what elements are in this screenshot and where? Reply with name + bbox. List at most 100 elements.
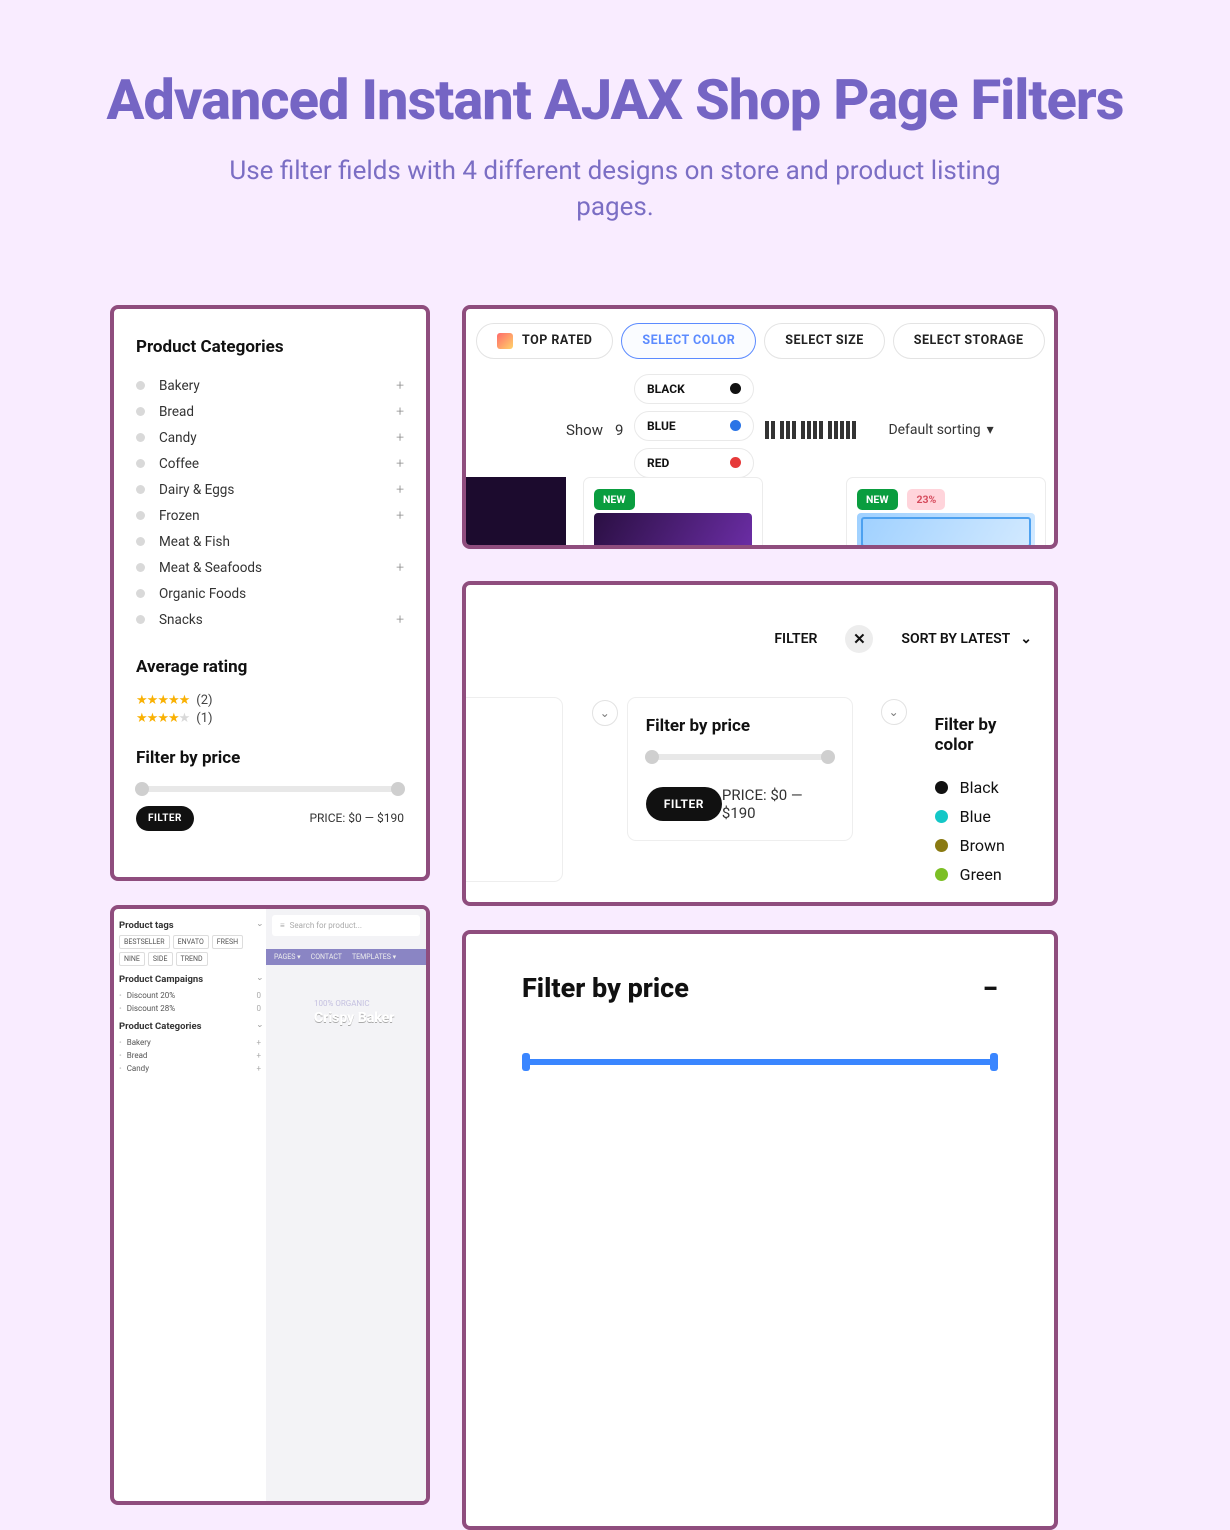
category-item[interactable]: Organic Foods xyxy=(136,581,404,607)
plus-icon[interactable]: + xyxy=(396,612,404,628)
section-title-categories: Product Categories xyxy=(136,337,404,357)
tag-chip[interactable]: BESTSELLER xyxy=(119,935,170,949)
tag-chip[interactable]: TREND xyxy=(176,952,208,966)
price-slider[interactable] xyxy=(646,754,834,760)
demo-sidebar-filters: Product Categories Bakery+Bread+Candy+Co… xyxy=(110,305,430,881)
tag-chip[interactable]: ENVATO xyxy=(173,935,209,949)
page-title: Advanced Instant AJAX Shop Page Filters xyxy=(42,70,1188,130)
accordion-title: Filter by price xyxy=(522,972,689,1004)
category-item[interactable]: Meat & Fish xyxy=(136,529,404,555)
color-option[interactable]: Black xyxy=(935,773,1036,802)
slider-handle-min[interactable] xyxy=(645,750,659,764)
plus-icon[interactable]: + xyxy=(396,482,404,498)
category-item[interactable]: Bakery+ xyxy=(136,373,404,399)
demo-price-accordion: Filter by price − xyxy=(462,930,1058,1530)
show-value[interactable]: 9 xyxy=(615,421,623,439)
sort-select[interactable]: Default sorting▾ xyxy=(888,422,993,438)
slider-handle-max[interactable] xyxy=(391,782,405,796)
price-slider[interactable] xyxy=(136,786,404,792)
swatch-icon xyxy=(935,868,948,881)
hero-banner: 100% ORGANIC Crispy Baker xyxy=(314,999,395,1026)
bullet-icon xyxy=(136,407,145,416)
swatch-icon xyxy=(935,839,948,852)
nav-item[interactable]: CONTACT xyxy=(311,953,342,961)
rating-filter[interactable]: ★★★★★(1) xyxy=(136,711,404,726)
swatch-icon xyxy=(935,810,948,823)
category-item[interactable]: Bread+ xyxy=(136,399,404,425)
close-icon[interactable]: ✕ xyxy=(845,625,873,653)
plus-icon[interactable]: + xyxy=(396,404,404,420)
panel-title: Filter by color xyxy=(935,715,1036,755)
plus-icon[interactable]: + xyxy=(396,430,404,446)
nav-item[interactable]: PAGES ▾ xyxy=(274,953,301,961)
product-card[interactable]: NEW xyxy=(583,477,763,549)
panel-title: Filter by price xyxy=(646,716,834,736)
bullet-icon xyxy=(136,511,145,520)
filter-button[interactable]: FILTER xyxy=(646,787,722,821)
plus-icon[interactable]: + xyxy=(396,456,404,472)
section-title-campaigns[interactable]: Product Campaigns› xyxy=(119,974,261,985)
category-item[interactable]: Candy+ xyxy=(136,425,404,451)
swatch-icon xyxy=(730,383,741,394)
pill-select-storage[interactable]: SELECT STORAGE xyxy=(893,323,1045,359)
category-item[interactable]: Frozen+ xyxy=(136,503,404,529)
slider-handle-max[interactable] xyxy=(821,750,835,764)
nav-item[interactable]: TEMPLATES ▾ xyxy=(352,953,396,961)
tag-chip[interactable]: SIDE xyxy=(148,952,173,966)
plus-icon[interactable]: + xyxy=(396,508,404,524)
category-item[interactable]: Candy+ xyxy=(119,1062,261,1075)
category-item[interactable]: Bread+ xyxy=(119,1049,261,1062)
color-option[interactable]: Blue xyxy=(935,802,1036,831)
plus-icon[interactable]: + xyxy=(396,560,404,576)
layout-toggles[interactable] xyxy=(765,421,856,439)
filter-by-price-panel: ⌄ Filter by price FILTER PRICE: $0 — $19… xyxy=(627,697,853,841)
rating-filter[interactable]: ★★★★★(2) xyxy=(136,693,404,708)
badge-new: NEW xyxy=(594,489,635,510)
page-subtitle: Use filter fields with 4 different desig… xyxy=(225,154,1005,224)
color-option[interactable]: RED xyxy=(634,448,754,478)
slider-handle-min[interactable] xyxy=(135,782,149,796)
filter-label[interactable]: FILTER xyxy=(774,631,817,647)
price-slider[interactable] xyxy=(522,1059,998,1065)
pill-select-color[interactable]: SELECT COLOR xyxy=(621,323,756,359)
product-thumb xyxy=(466,477,566,547)
tag-chip[interactable]: NINE xyxy=(119,952,145,966)
category-item[interactable]: Coffee+ xyxy=(136,451,404,477)
chevron-down-icon: ▾ xyxy=(987,422,994,438)
collapse-icon[interactable]: ⌄ xyxy=(881,699,907,725)
color-option[interactable]: BLACK xyxy=(634,374,754,404)
panel-placeholder xyxy=(462,697,563,882)
pill-top-rated[interactable]: TOP RATED xyxy=(476,323,613,359)
category-item[interactable]: Dairy & Eggs+ xyxy=(136,477,404,503)
bullet-icon xyxy=(136,381,145,390)
category-item[interactable]: Bakery+ xyxy=(119,1036,261,1049)
bullet-icon xyxy=(136,615,145,624)
minus-icon[interactable]: − xyxy=(983,972,998,1005)
tag-chip[interactable]: FRESH xyxy=(212,935,243,949)
sort-by-latest[interactable]: SORT BY LATEST ⌄ xyxy=(901,631,1032,647)
demo-filter-sort-panels: FILTER ✕ SORT BY LATEST ⌄ ⌄ Filter by pr… xyxy=(462,581,1058,906)
campaign-item[interactable]: Discount 28%0 xyxy=(119,1002,261,1015)
filter-button[interactable]: FILTER xyxy=(136,806,194,831)
search-input[interactable]: ≡ Search for product... xyxy=(272,915,420,936)
color-option[interactable]: Green xyxy=(935,860,1036,889)
pill-select-size[interactable]: SELECT SIZE xyxy=(764,323,885,359)
slider-handle-min[interactable] xyxy=(522,1053,530,1071)
section-title-categories[interactable]: Product Categories› xyxy=(119,1021,261,1032)
plus-icon[interactable]: + xyxy=(396,378,404,394)
swatch-icon xyxy=(935,781,948,794)
section-title-tags[interactable]: Product tags› xyxy=(119,920,261,931)
section-title-price: Filter by price xyxy=(136,748,404,768)
category-item[interactable]: Meat & Seafoods+ xyxy=(136,555,404,581)
trophy-icon xyxy=(497,333,513,349)
bullet-icon xyxy=(136,433,145,442)
campaign-item[interactable]: Discount 20%0 xyxy=(119,989,261,1002)
product-card[interactable]: NEW 23% xyxy=(846,477,1046,549)
collapse-icon[interactable]: ⌄ xyxy=(592,700,618,726)
category-item[interactable]: Snacks+ xyxy=(136,607,404,633)
color-option[interactable]: Brown xyxy=(935,831,1036,860)
chevron-down-icon: › xyxy=(255,924,265,927)
badge-discount: 23% xyxy=(907,489,945,510)
demo-compact-sidebar: Product tags› BESTSELLERENVATOFRESH NINES… xyxy=(110,905,430,1505)
slider-handle-max[interactable] xyxy=(990,1053,998,1071)
